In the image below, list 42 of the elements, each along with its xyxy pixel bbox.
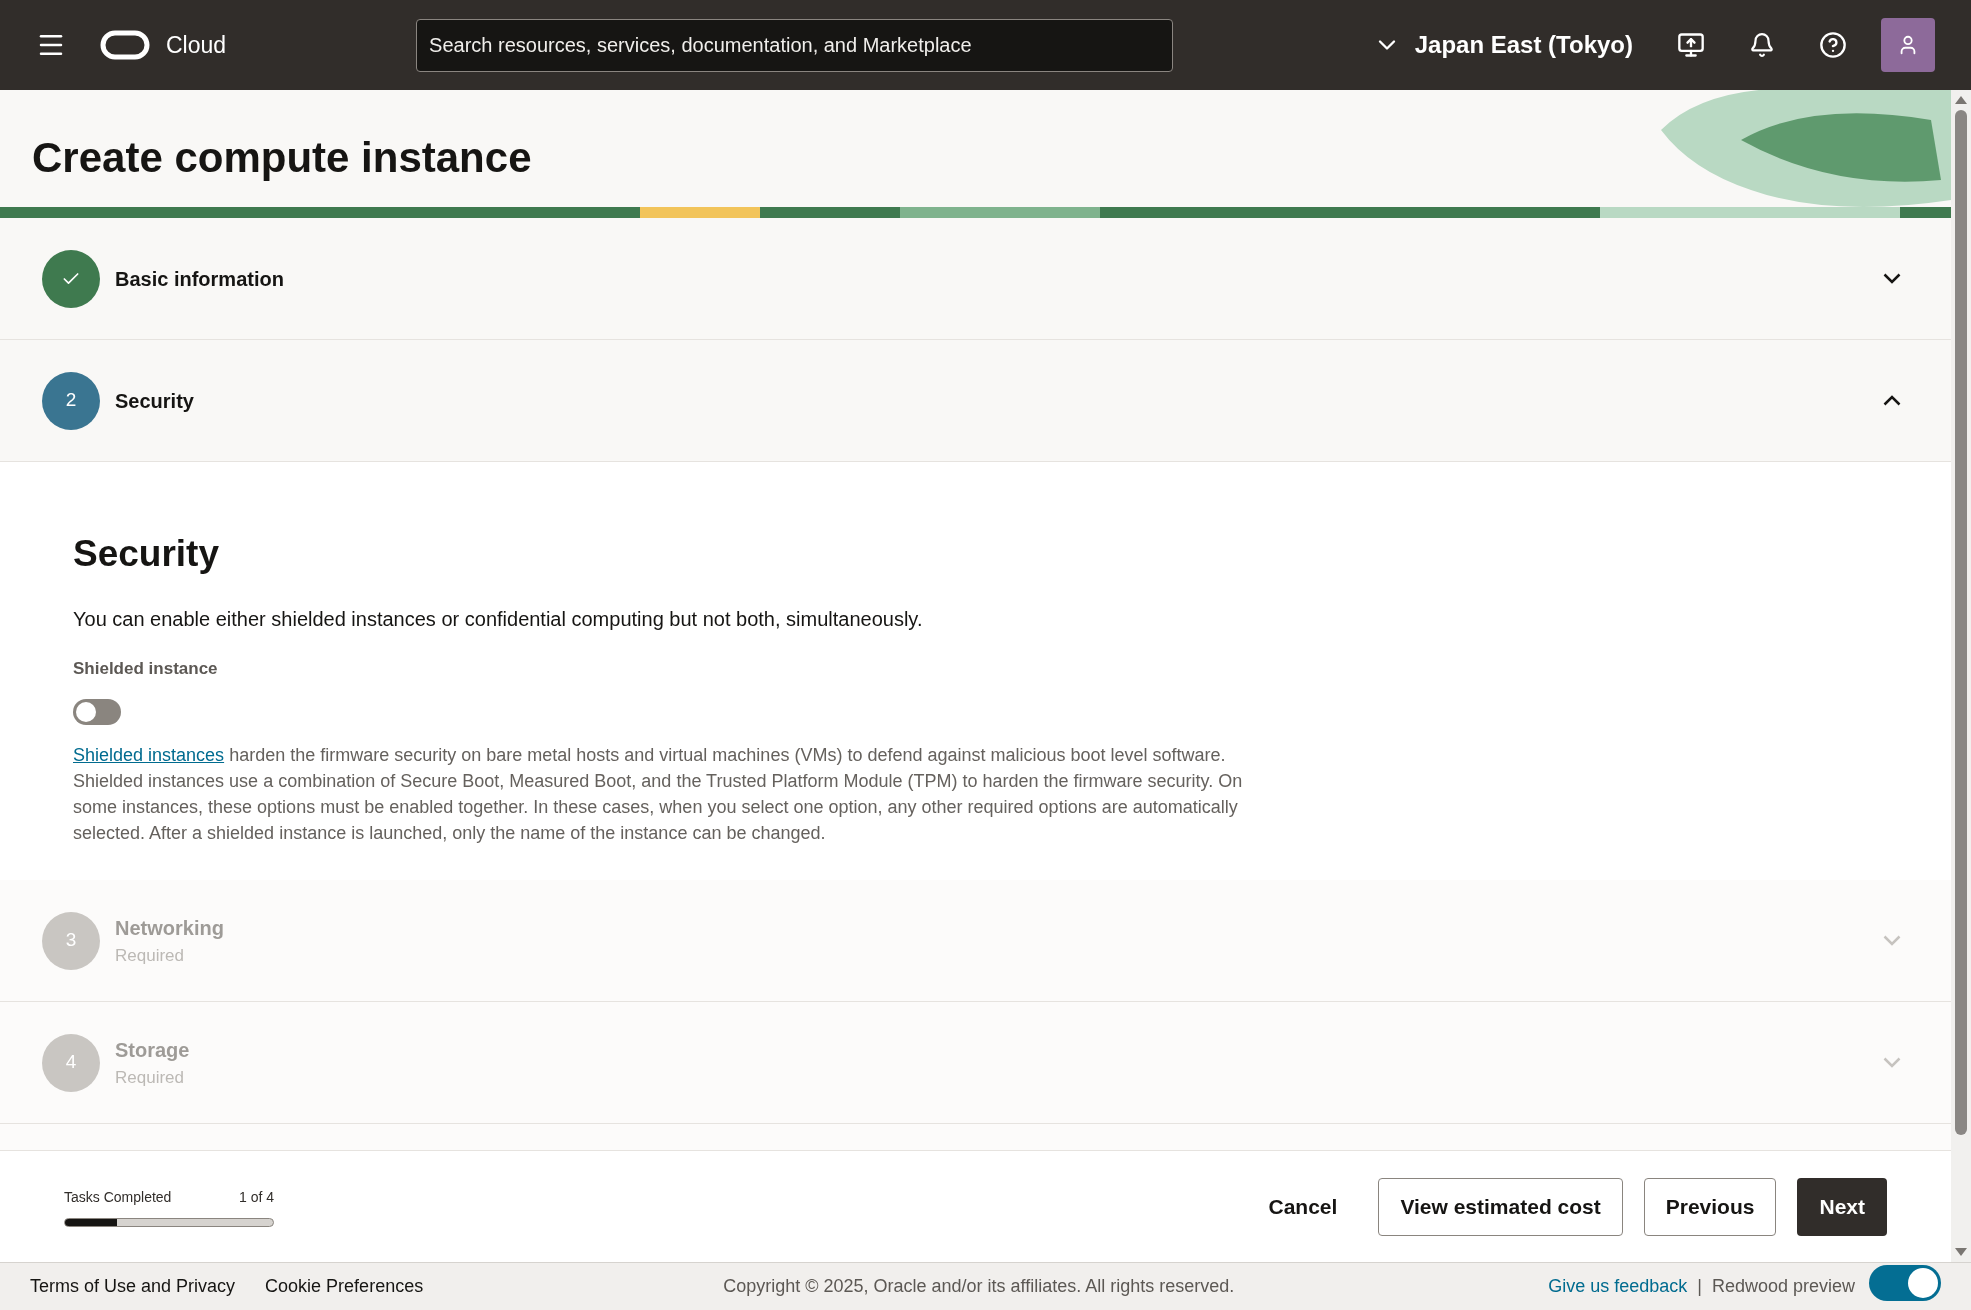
footer-link[interactable]: Terms of Use and Privacy (30, 1273, 236, 1300)
region-selector[interactable]: Japan East (Tokyo) (1372, 27, 1633, 63)
brand-name: Cloud (166, 30, 227, 60)
section-heading: Security (73, 532, 220, 576)
separator-text: | (1697, 1275, 1702, 1298)
expand-toggle[interactable] (1883, 273, 1901, 284)
expand-toggle[interactable] (1883, 395, 1901, 406)
step-subtitle: Required (115, 944, 185, 967)
footer-link[interactable]: Cookie Preferences (265, 1273, 424, 1300)
cancel-button[interactable]: Cancel (1248, 1177, 1358, 1236)
outline-button[interactable]: View estimated cost (1378, 1177, 1623, 1236)
notifications-icon[interactable] (1749, 32, 1775, 58)
step-title: Networking (115, 915, 224, 941)
step-indicator: 3 (42, 911, 100, 970)
logo-icon (100, 30, 150, 60)
outline-button[interactable]: Previous (1643, 1177, 1777, 1236)
copyright-text: Copyright © 2025, Oracle and/or its affiliates. All rights reserved. (723, 1275, 1235, 1298)
search-field[interactable]: Search resources, services, documentation, and Marketplace (416, 18, 1174, 72)
description-text: Shielded instances harden the firmware security on bare metal hosts and virtual machines (VMs) to defend against malicious boot level software. Shielded instances use a combination of Secure Boot, Measured Boot, and the Trusted Platform Module (TPM) to harden the firmware security. On some instances, these options must be enabled together. In these cases, when you select one option, any other required options are automatically selected. After a shielded instance is launched, only the name of the instance can be changed. (73, 744, 1243, 845)
step-subtitle: Required (115, 1066, 185, 1089)
step-title: Basic information (115, 266, 284, 292)
redwood-preview-switch[interactable] (1869, 1264, 1941, 1301)
progress-count: 1 of 4 (238, 1187, 274, 1207)
shielded-instance-switch[interactable] (73, 699, 121, 725)
help-icon[interactable] (1819, 31, 1847, 59)
step-title: Storage (115, 1037, 190, 1063)
step-indicator: 4 (42, 1033, 100, 1092)
chevron-down-icon (1883, 1057, 1901, 1068)
page-title: Create compute instance (32, 133, 532, 183)
intro-text: You can enable either shielded instances or confidential computing but not both, simultaneously. (73, 606, 924, 632)
primary-button[interactable]: Next (1797, 1177, 1887, 1236)
chevron-down-icon (1883, 935, 1901, 946)
progress-label: Tasks Completed (64, 1187, 172, 1207)
chevron-up-icon (1883, 395, 1901, 406)
chevron-down-icon (1883, 273, 1901, 284)
shielded-instances-link[interactable]: Shielded instances (73, 745, 225, 765)
step-indicator: 2 (42, 371, 100, 430)
feedback-link[interactable]: Give us feedback (1548, 1273, 1688, 1300)
toggle-label: Shielded instance (73, 657, 219, 680)
user-avatar[interactable] (1881, 18, 1935, 72)
step-title: Security (115, 388, 194, 414)
redwood-preview-label: Redwood preview (1711, 1275, 1855, 1298)
